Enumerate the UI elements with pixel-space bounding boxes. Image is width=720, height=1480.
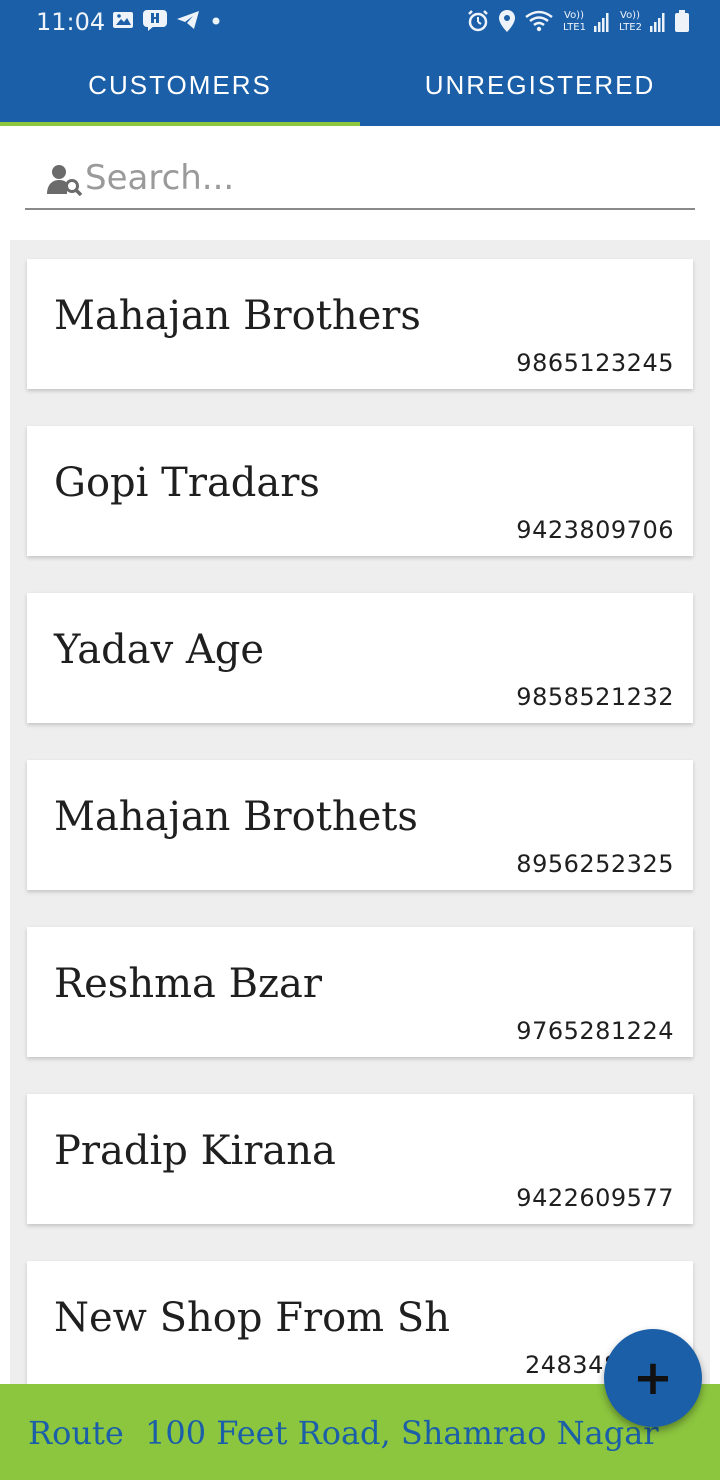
customer-card[interactable]: Yadav Age 9858521232 (27, 593, 693, 723)
customer-phone: 9423809706 (516, 516, 674, 544)
volte-label: Vo)) (564, 10, 584, 21)
customer-list[interactable]: Mahajan Brothers 9865123245 Gopi Tradars… (10, 240, 710, 1384)
lte2-label: LTE2 (619, 22, 642, 33)
plus-icon: + (632, 1350, 674, 1406)
notification-icons (112, 9, 224, 36)
lte1-label: LTE1 (563, 22, 586, 33)
volte-label: Vo)) (620, 10, 640, 21)
lte2-signal-icon: Vo)) LTE2 (618, 8, 666, 39)
route-value: 100 Feet Road, Shamrao Nagar (145, 1414, 659, 1452)
customer-name: Pradip Kirana (54, 1128, 336, 1174)
customer-card[interactable]: Pradip Kirana 9422609577 (27, 1094, 693, 1224)
status-time: 11:04 (36, 8, 106, 36)
system-status-icons: Vo)) LTE1 Vo)) LTE2 (466, 8, 690, 39)
customer-phone: 9858521232 (516, 683, 674, 711)
status-bar: 11:04 Vo)) LTE1 Vo)) LTE2 (0, 0, 720, 44)
customer-card[interactable]: Reshma Bzar 9765281224 (27, 927, 693, 1057)
tab-bar: CUSTOMERS UNREGISTERED (0, 44, 720, 126)
customer-card[interactable]: Mahajan Brothets 8956252325 (27, 760, 693, 890)
app-bar: 11:04 Vo)) LTE1 Vo)) LTE2 CUSTOMERS UNRE… (0, 0, 720, 126)
route-label: Route (28, 1414, 124, 1452)
customer-phone: 9422609577 (516, 1184, 674, 1212)
messaging-icon (142, 9, 168, 36)
search-bar (25, 150, 695, 210)
telegram-icon (176, 10, 200, 35)
customer-phone: 8956252325 (516, 850, 674, 878)
tab-customers[interactable]: CUSTOMERS (0, 44, 360, 126)
user-search-icon (47, 162, 83, 201)
customer-phone: 9865123245 (516, 349, 674, 377)
customer-name: Mahajan Brothers (54, 293, 421, 339)
customer-name: Reshma Bzar (54, 961, 323, 1007)
lte1-signal-icon: Vo)) LTE1 (562, 8, 610, 39)
customer-card[interactable]: Gopi Tradars 9423809706 (27, 426, 693, 556)
customer-card[interactable]: New Shop From Sh 248348 (27, 1261, 693, 1384)
battery-icon (674, 9, 690, 38)
dot-icon (208, 10, 224, 35)
location-icon (498, 9, 516, 38)
add-customer-button[interactable]: + (604, 1329, 702, 1427)
tab-unregistered[interactable]: UNREGISTERED (360, 44, 720, 126)
gallery-icon (112, 10, 134, 35)
customer-name: Yadav Age (54, 627, 265, 673)
search-input[interactable] (85, 154, 665, 202)
customer-phone: 9765281224 (516, 1017, 674, 1045)
customer-name: Mahajan Brothets (54, 794, 418, 840)
wifi-icon (524, 9, 554, 38)
alarm-icon (466, 9, 490, 38)
customer-name: New Shop From Sh (54, 1295, 450, 1341)
customer-name: Gopi Tradars (54, 460, 320, 506)
customer-card[interactable]: Mahajan Brothers 9865123245 (27, 259, 693, 389)
